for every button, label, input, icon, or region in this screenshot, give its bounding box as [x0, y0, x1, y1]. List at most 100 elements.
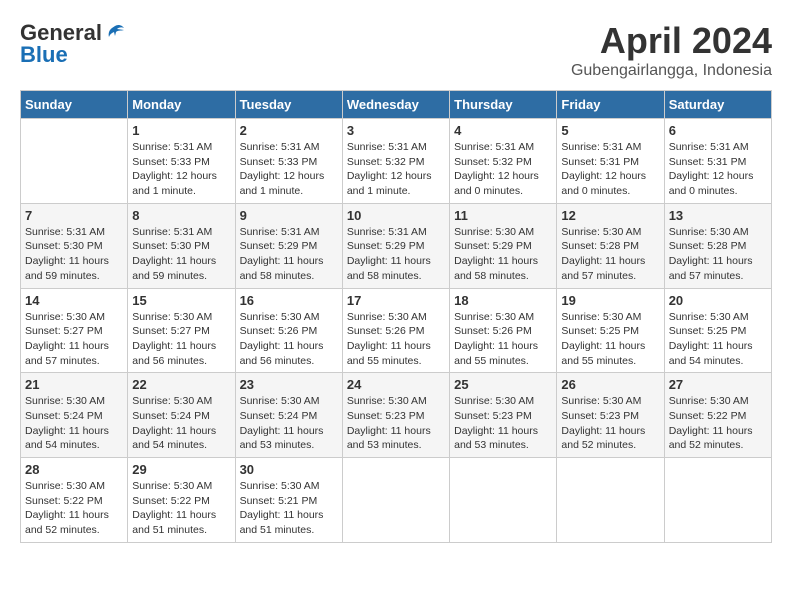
day-number: 14 [25, 293, 123, 308]
day-info: Sunrise: 5:30 AM Sunset: 5:28 PM Dayligh… [669, 225, 767, 284]
day-number: 3 [347, 123, 445, 138]
day-number: 11 [454, 208, 552, 223]
day-info: Sunrise: 5:30 AM Sunset: 5:24 PM Dayligh… [25, 394, 123, 453]
calendar-cell: 11 Sunrise: 5:30 AM Sunset: 5:29 PM Dayli… [450, 203, 557, 288]
month-title: April 2024 [571, 20, 772, 62]
calendar-cell [342, 458, 449, 543]
day-info: Sunrise: 5:30 AM Sunset: 5:25 PM Dayligh… [561, 310, 659, 369]
calendar-header-row: SundayMondayTuesdayWednesdayThursdayFrid… [21, 91, 772, 119]
calendar-header-monday: Monday [128, 91, 235, 119]
day-info: Sunrise: 5:30 AM Sunset: 5:24 PM Dayligh… [132, 394, 230, 453]
day-info: Sunrise: 5:30 AM Sunset: 5:22 PM Dayligh… [132, 479, 230, 538]
calendar-cell: 24 Sunrise: 5:30 AM Sunset: 5:23 PM Dayli… [342, 373, 449, 458]
day-number: 16 [240, 293, 338, 308]
calendar-cell: 7 Sunrise: 5:31 AM Sunset: 5:30 PM Daylig… [21, 203, 128, 288]
day-number: 27 [669, 377, 767, 392]
calendar-header-tuesday: Tuesday [235, 91, 342, 119]
calendar-cell: 19 Sunrise: 5:30 AM Sunset: 5:25 PM Dayli… [557, 288, 664, 373]
logo-bird-icon [104, 22, 126, 44]
calendar-week-5: 28 Sunrise: 5:30 AM Sunset: 5:22 PM Dayli… [21, 458, 772, 543]
day-number: 8 [132, 208, 230, 223]
calendar-cell: 2 Sunrise: 5:31 AM Sunset: 5:33 PM Daylig… [235, 119, 342, 204]
calendar-cell: 22Sunrise: 5:30 AM Sunset: 5:24 PM Dayli… [128, 373, 235, 458]
calendar-cell: 5Sunrise: 5:31 AM Sunset: 5:31 PM Daylig… [557, 119, 664, 204]
logo: General Blue [20, 20, 126, 68]
day-number: 6 [669, 123, 767, 138]
calendar-header-thursday: Thursday [450, 91, 557, 119]
day-number: 17 [347, 293, 445, 308]
calendar-cell [557, 458, 664, 543]
location-subtitle: Gubengairlangga, Indonesia [571, 62, 772, 80]
calendar-header-wednesday: Wednesday [342, 91, 449, 119]
calendar-cell: 25 Sunrise: 5:30 AM Sunset: 5:23 PM Dayli… [450, 373, 557, 458]
calendar-cell: 8Sunrise: 5:31 AM Sunset: 5:30 PM Daylig… [128, 203, 235, 288]
day-number: 23 [240, 377, 338, 392]
day-number: 21 [25, 377, 123, 392]
day-number: 2 [240, 123, 338, 138]
day-info: Sunrise: 5:30 AM Sunset: 5:22 PM Dayligh… [25, 479, 123, 538]
day-info: Sunrise: 5:30 AM Sunset: 5:24 PM Dayligh… [240, 394, 338, 453]
calendar-week-3: 14 Sunrise: 5:30 AM Sunset: 5:27 PM Dayli… [21, 288, 772, 373]
day-info: Sunrise: 5:31 AM Sunset: 5:32 PM Dayligh… [454, 140, 552, 199]
calendar-cell: 21 Sunrise: 5:30 AM Sunset: 5:24 PM Dayli… [21, 373, 128, 458]
day-info: Sunrise: 5:30 AM Sunset: 5:22 PM Dayligh… [669, 394, 767, 453]
day-number: 26 [561, 377, 659, 392]
calendar-cell: 16 Sunrise: 5:30 AM Sunset: 5:26 PM Dayli… [235, 288, 342, 373]
day-info: Sunrise: 5:30 AM Sunset: 5:28 PM Dayligh… [561, 225, 659, 284]
day-number: 30 [240, 462, 338, 477]
day-number: 25 [454, 377, 552, 392]
day-number: 12 [561, 208, 659, 223]
calendar-cell: 27 Sunrise: 5:30 AM Sunset: 5:22 PM Dayli… [664, 373, 771, 458]
day-info: Sunrise: 5:30 AM Sunset: 5:26 PM Dayligh… [240, 310, 338, 369]
calendar-cell: 1 Sunrise: 5:31 AM Sunset: 5:33 PM Daylig… [128, 119, 235, 204]
day-info: Sunrise: 5:31 AM Sunset: 5:29 PM Dayligh… [347, 225, 445, 284]
day-number: 7 [25, 208, 123, 223]
day-number: 28 [25, 462, 123, 477]
logo-blue-text: Blue [20, 42, 68, 68]
day-info: Sunrise: 5:31 AM Sunset: 5:33 PM Dayligh… [240, 140, 338, 199]
day-info: Sunrise: 5:30 AM Sunset: 5:23 PM Dayligh… [561, 394, 659, 453]
calendar-cell: 18 Sunrise: 5:30 AM Sunset: 5:26 PM Dayli… [450, 288, 557, 373]
calendar-cell: 6 Sunrise: 5:31 AM Sunset: 5:31 PM Daylig… [664, 119, 771, 204]
day-info: Sunrise: 5:30 AM Sunset: 5:23 PM Dayligh… [454, 394, 552, 453]
calendar-cell: 4 Sunrise: 5:31 AM Sunset: 5:32 PM Daylig… [450, 119, 557, 204]
day-info: Sunrise: 5:31 AM Sunset: 5:32 PM Dayligh… [347, 140, 445, 199]
calendar-week-4: 21 Sunrise: 5:30 AM Sunset: 5:24 PM Dayli… [21, 373, 772, 458]
day-info: Sunrise: 5:30 AM Sunset: 5:27 PM Dayligh… [132, 310, 230, 369]
calendar-week-1: 1 Sunrise: 5:31 AM Sunset: 5:33 PM Daylig… [21, 119, 772, 204]
day-info: Sunrise: 5:30 AM Sunset: 5:25 PM Dayligh… [669, 310, 767, 369]
calendar-cell: 15 Sunrise: 5:30 AM Sunset: 5:27 PM Dayli… [128, 288, 235, 373]
calendar-cell: 3 Sunrise: 5:31 AM Sunset: 5:32 PM Daylig… [342, 119, 449, 204]
day-number: 4 [454, 123, 552, 138]
day-number: 24 [347, 377, 445, 392]
calendar-cell: 17 Sunrise: 5:30 AM Sunset: 5:26 PM Dayli… [342, 288, 449, 373]
day-number: 29 [132, 462, 230, 477]
calendar-cell: 23 Sunrise: 5:30 AM Sunset: 5:24 PM Dayli… [235, 373, 342, 458]
day-number: 19 [561, 293, 659, 308]
title-section: April 2024 Gubengairlangga, Indonesia [571, 20, 772, 80]
day-info: Sunrise: 5:30 AM Sunset: 5:29 PM Dayligh… [454, 225, 552, 284]
calendar-cell: 20Sunrise: 5:30 AM Sunset: 5:25 PM Dayli… [664, 288, 771, 373]
calendar-table: SundayMondayTuesdayWednesdayThursdayFrid… [20, 90, 772, 543]
day-info: Sunrise: 5:31 AM Sunset: 5:30 PM Dayligh… [25, 225, 123, 284]
calendar-cell: 30Sunrise: 5:30 AM Sunset: 5:21 PM Dayli… [235, 458, 342, 543]
day-info: Sunrise: 5:31 AM Sunset: 5:31 PM Dayligh… [669, 140, 767, 199]
day-info: Sunrise: 5:31 AM Sunset: 5:31 PM Dayligh… [561, 140, 659, 199]
day-info: Sunrise: 5:30 AM Sunset: 5:26 PM Dayligh… [347, 310, 445, 369]
day-info: Sunrise: 5:30 AM Sunset: 5:26 PM Dayligh… [454, 310, 552, 369]
calendar-cell [21, 119, 128, 204]
day-number: 1 [132, 123, 230, 138]
day-number: 10 [347, 208, 445, 223]
day-number: 18 [454, 293, 552, 308]
day-number: 9 [240, 208, 338, 223]
calendar-cell: 28 Sunrise: 5:30 AM Sunset: 5:22 PM Dayli… [21, 458, 128, 543]
calendar-header-sunday: Sunday [21, 91, 128, 119]
calendar-cell: 9 Sunrise: 5:31 AM Sunset: 5:29 PM Daylig… [235, 203, 342, 288]
calendar-header-friday: Friday [557, 91, 664, 119]
calendar-cell: 12 Sunrise: 5:30 AM Sunset: 5:28 PM Dayli… [557, 203, 664, 288]
day-number: 15 [132, 293, 230, 308]
page-header: General Blue April 2024 Gubengairlangga,… [20, 20, 772, 80]
day-info: Sunrise: 5:30 AM Sunset: 5:23 PM Dayligh… [347, 394, 445, 453]
day-info: Sunrise: 5:31 AM Sunset: 5:29 PM Dayligh… [240, 225, 338, 284]
day-info: Sunrise: 5:31 AM Sunset: 5:33 PM Dayligh… [132, 140, 230, 199]
